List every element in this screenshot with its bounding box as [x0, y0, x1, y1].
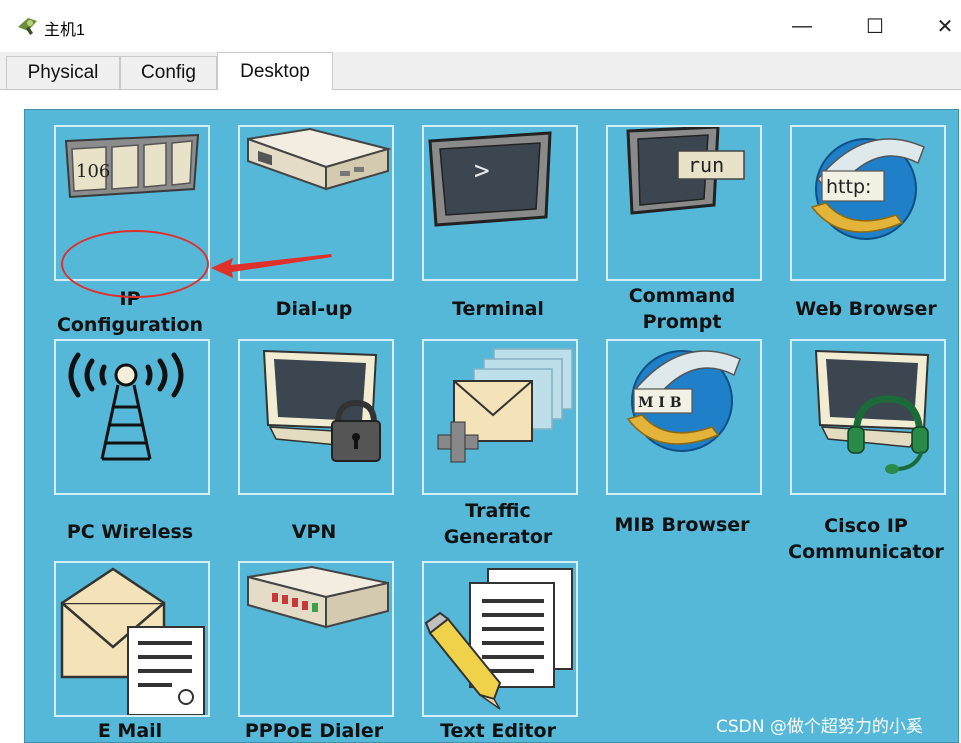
- tab-config[interactable]: Config: [120, 56, 217, 89]
- app-terminal[interactable]: >: [422, 125, 578, 281]
- app-label-cisco-ip-communicator[interactable]: Cisco IP Communicator: [776, 513, 956, 565]
- text-editor-icon: [424, 568, 573, 710]
- close-icon: ✕: [936, 15, 954, 38]
- app-label-mib-browser[interactable]: MIB Browser: [592, 512, 772, 538]
- app-label-vpn[interactable]: VPN: [224, 519, 404, 545]
- desktop-panel: 106 > run http: M I B IP Configuration D…: [24, 109, 959, 743]
- app-label-web-browser[interactable]: Web Browser: [776, 296, 956, 322]
- maximize-button[interactable]: ☐: [855, 10, 895, 42]
- pc-host-icon: [18, 18, 37, 35]
- app-label-email[interactable]: E Mail: [40, 718, 220, 742]
- app-email[interactable]: [54, 561, 210, 717]
- svg-text:M I B: M I B: [638, 395, 682, 411]
- app-vpn[interactable]: [238, 339, 394, 495]
- tab-physical[interactable]: Physical: [6, 56, 120, 89]
- app-label-dial-up[interactable]: Dial-up: [224, 296, 404, 322]
- tab-desktop[interactable]: Desktop: [217, 52, 333, 90]
- close-button[interactable]: ✕: [925, 10, 961, 42]
- app-cisco-ip-communicator[interactable]: [790, 339, 946, 495]
- svg-text:>: >: [474, 156, 490, 186]
- svg-text:http:: http:: [826, 176, 871, 198]
- terminal-icon: >: [428, 131, 552, 227]
- app-ip-configuration[interactable]: 106: [54, 125, 210, 281]
- app-dial-up[interactable]: [238, 125, 394, 281]
- watermark: CSDN @做个超努力的小奚: [716, 717, 923, 737]
- web-browser-icon: http:: [810, 138, 925, 240]
- app-label-traffic-generator[interactable]: Traffic Generator: [408, 498, 588, 550]
- mib-browser-icon: M I B: [626, 350, 741, 452]
- app-text-editor[interactable]: [422, 561, 578, 717]
- app-command-prompt[interactable]: run: [606, 125, 762, 281]
- svg-text:run: run: [688, 153, 724, 177]
- app-label-command-prompt[interactable]: Command Prompt: [592, 283, 772, 335]
- email-icon: [60, 567, 205, 715]
- ip-configuration-icon: 106: [64, 133, 200, 199]
- app-label-terminal[interactable]: Terminal: [408, 296, 588, 322]
- app-label-ip-configuration[interactable]: IP Configuration: [40, 286, 220, 338]
- command-prompt-icon: run: [626, 127, 745, 215]
- app-label-pc-wireless[interactable]: PC Wireless: [40, 519, 220, 545]
- svg-text:106: 106: [76, 161, 110, 182]
- wireless-tower-icon: [68, 352, 184, 461]
- app-pc-wireless[interactable]: [54, 339, 210, 495]
- maximize-icon: ☐: [866, 15, 884, 38]
- app-pppoe-dialer[interactable]: [238, 561, 394, 717]
- minimize-icon: —: [792, 14, 812, 37]
- app-label-text-editor[interactable]: Text Editor: [408, 718, 588, 742]
- window-title: 主机1: [44, 22, 85, 39]
- app-traffic-generator[interactable]: [422, 339, 578, 495]
- minimize-button[interactable]: —: [782, 10, 822, 42]
- app-label-pppoe-dialer[interactable]: PPPoE Dialer: [224, 718, 404, 742]
- title-bar: 主机1 — ☐ ✕: [0, 0, 961, 52]
- ip-communicator-headset-icon: [814, 349, 930, 474]
- app-mib-browser[interactable]: M I B: [606, 339, 762, 495]
- pppoe-dialer-icon: [247, 565, 389, 629]
- vpn-lock-icon: [262, 349, 381, 462]
- traffic-generator-icon: [437, 348, 573, 463]
- app-web-browser[interactable]: http:: [790, 125, 946, 281]
- modem-icon: [247, 127, 392, 191]
